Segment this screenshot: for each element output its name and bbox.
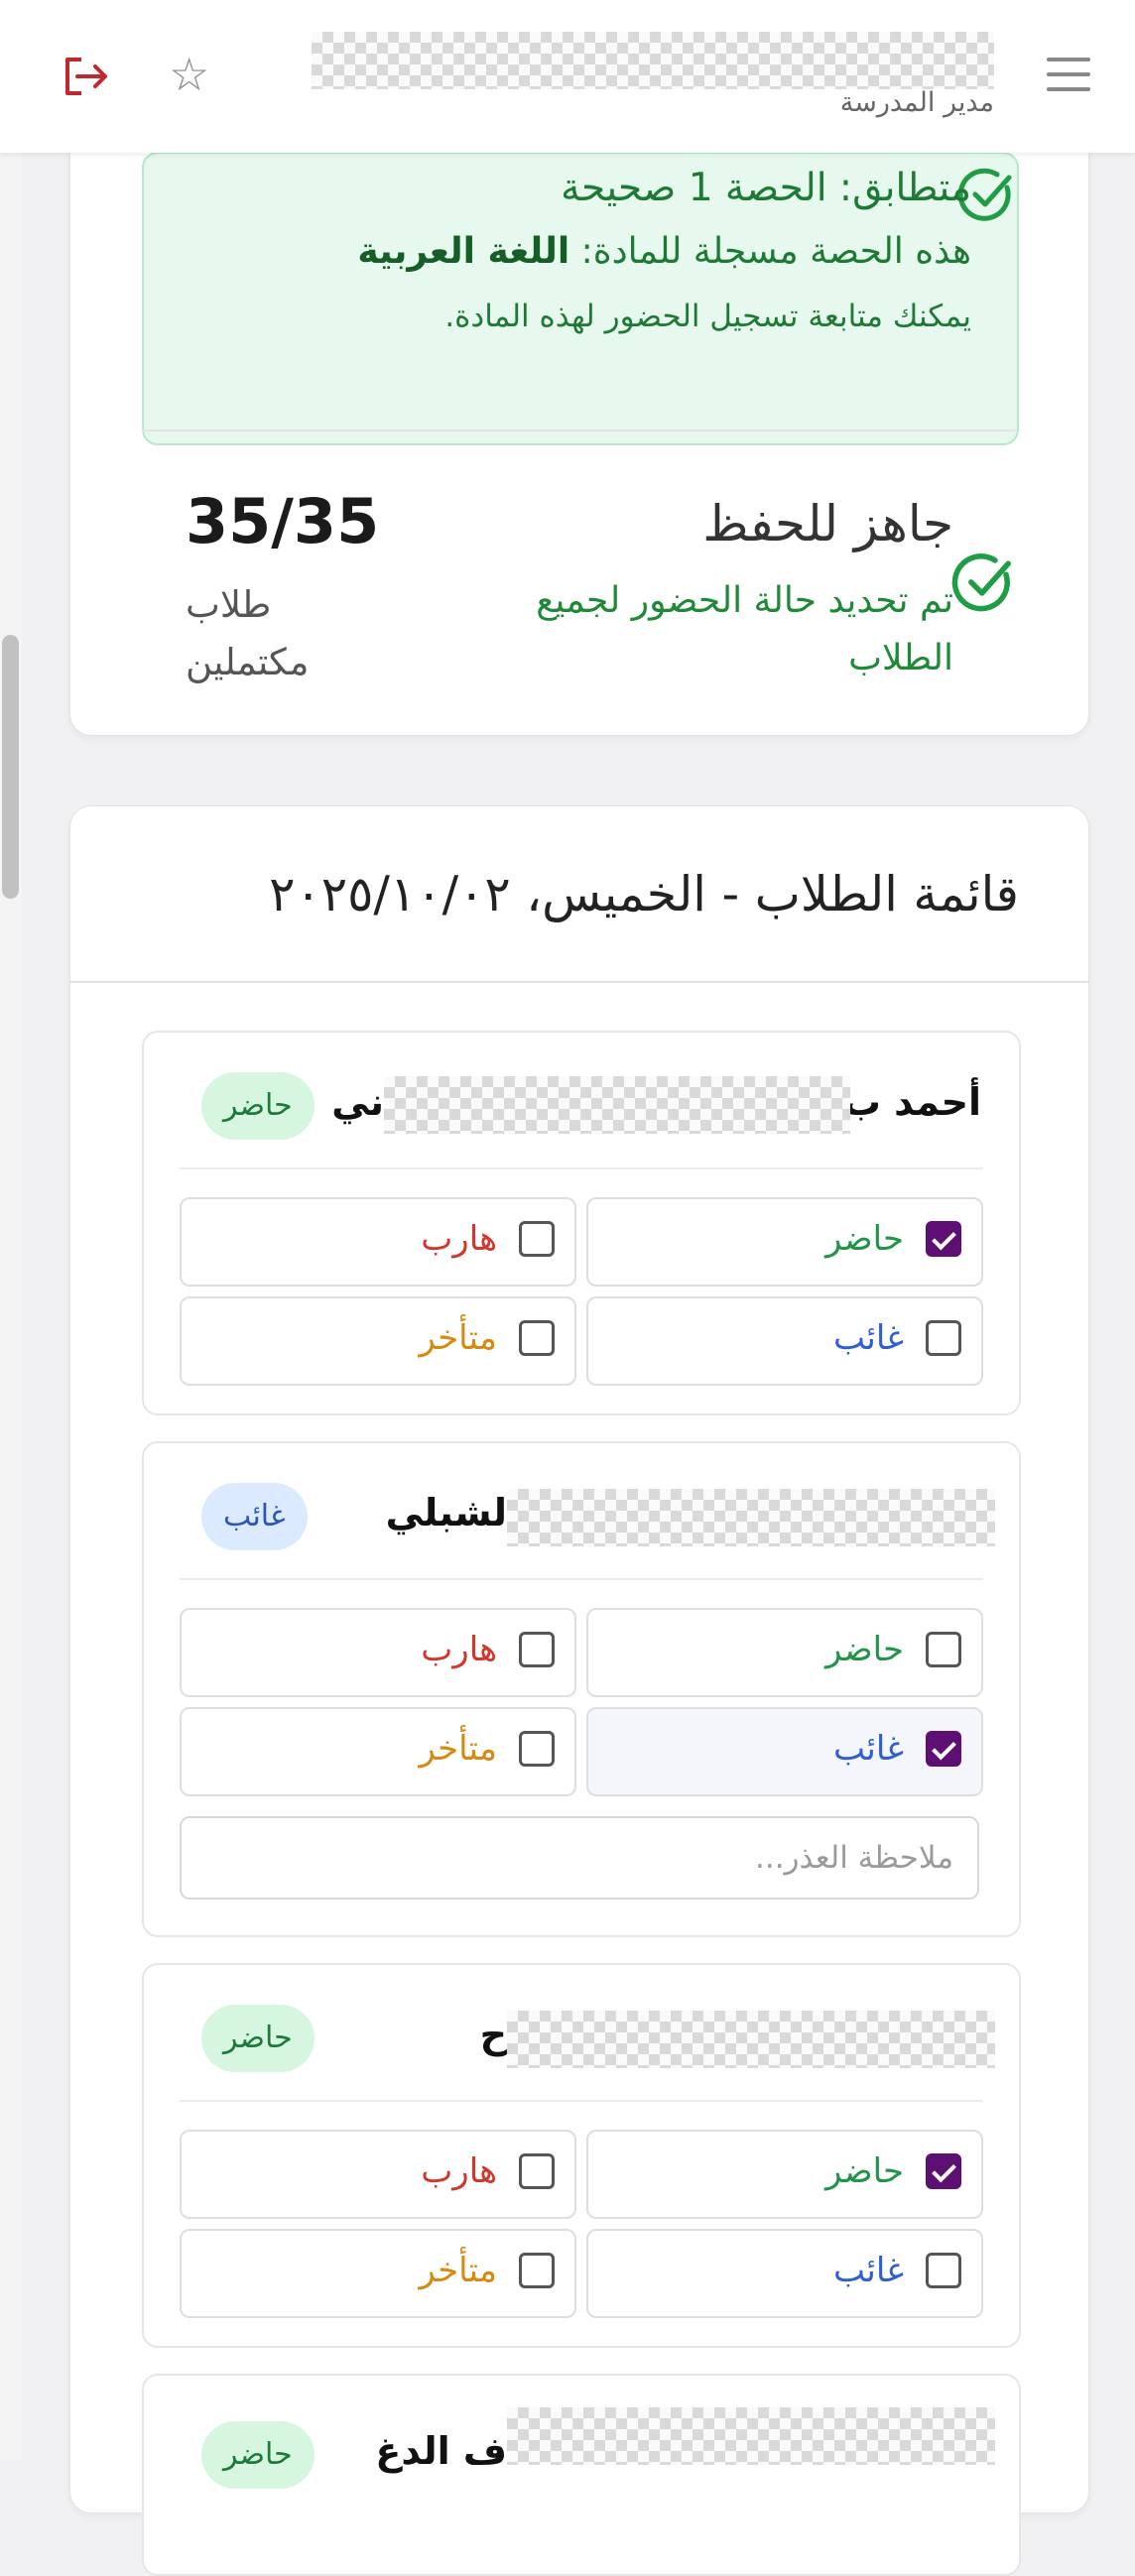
option-late[interactable]: متأخر [180,1296,576,1386]
user-role: مدير المدرسة [839,87,994,118]
check-circle-icon [951,553,1011,612]
student-name-end: ح [479,2013,507,2056]
student-card: لشبلي غائب حاضر هارب غائب متأخر [142,1441,1021,1937]
completed-count-label: طلاب مكتملين [186,583,310,683]
option-label: حاضر [824,1630,904,1669]
status-badge: حاضر [201,1072,315,1140]
student-card: ح حاضر حاضر هارب غائب متأخر [142,1963,1021,2348]
checkbox[interactable] [519,1731,555,1767]
option-label: متأخر [419,1729,497,1769]
divider [180,1167,983,1169]
match-title: متطابق: الحصة 1 صحيحة [561,166,971,210]
student-name-redacted [384,1076,850,1134]
completed-count: 35/35 [186,485,380,557]
option-escaped[interactable]: هارب [180,1608,576,1697]
student-name-end: ني [331,1080,384,1124]
student-card: ف الدغ حاضر [142,2374,1021,2576]
student-name-redacted [507,1489,995,1546]
student-name-start: أحمد ب [842,1080,981,1124]
option-present[interactable]: حاضر [586,1608,983,1697]
option-label: هارب [421,1630,497,1669]
logout-icon[interactable] [62,52,111,101]
checkbox[interactable] [519,2253,555,2288]
student-name-end: ف الدغ [375,2429,507,2473]
checkbox[interactable] [519,1632,555,1667]
checkbox-checked[interactable] [926,1221,961,1257]
option-present[interactable]: حاضر [586,2130,983,2219]
list-title: قائمة الطلاب - الخميس، ٢٠٢٥/١٠/٠٢ [269,866,1019,922]
subject-prefix: هذه الحصة مسجلة للمادة: [580,231,971,272]
excuse-note-input[interactable] [180,1816,979,1900]
top-bar: مدير المدرسة ☆ [0,0,1135,153]
checkbox-checked[interactable] [926,1731,961,1767]
option-label: متأخر [419,2251,497,2290]
school-name-redacted [312,32,994,89]
subject-line: هذه الحصة مسجلة للمادة: اللغة العربية [357,231,971,272]
student-name-end: لشبلي [385,1491,507,1534]
ready-title: جاهز للحفظ [702,495,953,552]
divider [180,1578,983,1580]
option-late[interactable]: متأخر [180,2229,576,2318]
option-escaped[interactable]: هارب [180,2130,576,2219]
checkbox[interactable] [926,1320,961,1356]
checkbox[interactable] [926,1632,961,1667]
option-label: حاضر [824,1219,904,1259]
option-absent[interactable]: غائب [586,1707,983,1796]
divider [142,429,1017,431]
checkbox[interactable] [519,1320,555,1356]
checkbox[interactable] [519,1221,555,1257]
option-label: غائب [833,1729,904,1769]
option-absent[interactable]: غائب [586,1296,983,1386]
checkbox[interactable] [519,2153,555,2189]
ready-description: تم تحديد حالة الحضور لجميع الطلاب [536,580,953,678]
option-label: غائب [833,2251,904,2290]
status-badge: غائب [201,1483,308,1550]
status-badge: حاضر [201,2005,315,2072]
option-present[interactable]: حاضر [586,1197,983,1287]
checkbox[interactable] [926,2253,961,2288]
status-badge: حاضر [201,2421,315,2489]
summary-card: متطابق: الحصة 1 صحيحة هذه الحصة مسجلة لل… [69,60,1089,736]
student-name-redacted [507,2011,995,2068]
student-card: أحمد ب ني حاضر حاضر هارب غائب متأخر [142,1031,1021,1415]
menu-icon[interactable] [1047,58,1090,91]
option-late[interactable]: متأخر [180,1707,576,1796]
continue-text: يمكنك متابعة تسجيل الحضور لهذه المادة. [444,299,971,334]
student-list-card: قائمة الطلاب - الخميس، ٢٠٢٥/١٠/٠٢ أحمد ب… [69,805,1089,2576]
option-label: متأخر [419,1318,497,1358]
student-name-redacted [507,2407,995,2465]
star-icon[interactable]: ☆ [169,52,209,97]
scrollbar-thumb[interactable] [2,635,19,899]
scrollbar[interactable] [0,0,22,2460]
checkbox-checked[interactable] [926,2153,961,2189]
option-absent[interactable]: غائب [586,2229,983,2318]
option-label: هارب [421,1219,497,1259]
option-escaped[interactable]: هارب [180,1197,576,1287]
divider [180,2100,983,2102]
option-label: حاضر [824,2151,904,2191]
divider [70,981,1088,983]
subject-name: اللغة العربية [357,231,570,272]
option-label: غائب [833,1318,904,1358]
option-label: هارب [421,2151,497,2191]
